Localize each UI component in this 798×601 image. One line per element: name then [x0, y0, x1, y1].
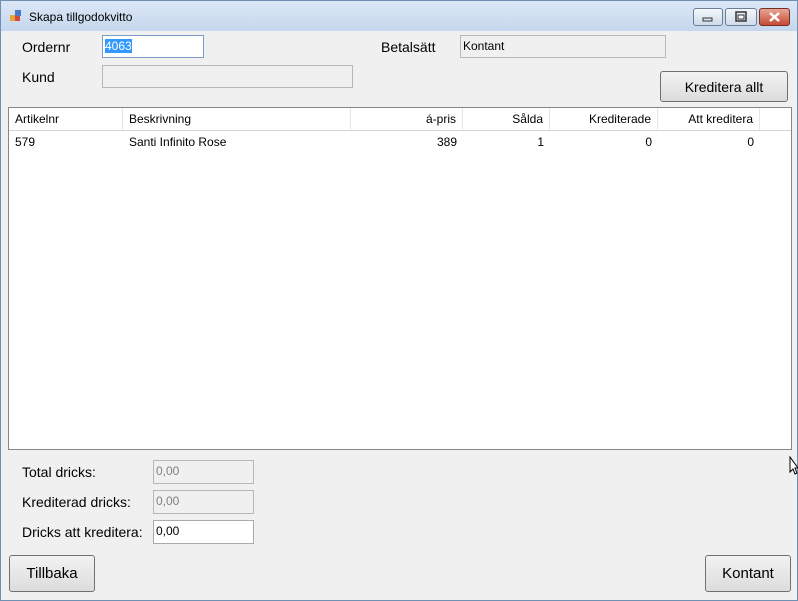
column-header-a-pris[interactable]: á-pris	[351, 108, 463, 130]
cell-salda: 1	[537, 135, 544, 149]
title-bar: Skapa tillgodokvitto	[1, 1, 797, 31]
mouse-cursor-icon	[789, 456, 798, 475]
ordernr-input[interactable]: 4063	[102, 35, 204, 58]
close-icon	[769, 12, 780, 22]
minimize-icon	[702, 17, 713, 22]
window-title: Skapa tillgodokvitto	[29, 10, 133, 24]
cell-a-pris: 389	[436, 135, 457, 149]
grid-header: Artikelnr Beskrivning á-pris Sålda Kredi…	[9, 108, 791, 131]
tillbaka-button[interactable]: Tillbaka	[9, 555, 95, 592]
column-header-artikelnr[interactable]: Artikelnr	[9, 108, 123, 130]
cell-att-kreditera[interactable]: 0	[658, 135, 760, 149]
ordernr-label: Ordernr	[22, 39, 71, 55]
krediterad-dricks-field: 0,00	[153, 490, 254, 514]
maximize-button[interactable]	[725, 8, 757, 26]
close-button[interactable]	[759, 8, 790, 26]
total-dricks-label: Total dricks:	[22, 464, 96, 480]
betalsatt-label: Betalsätt	[381, 39, 436, 55]
dricks-att-kreditera-label: Dricks att kreditera:	[22, 524, 143, 540]
article-grid[interactable]: Artikelnr Beskrivning á-pris Sålda Kredi…	[8, 107, 792, 450]
minimize-button[interactable]	[693, 8, 723, 26]
kund-input[interactable]	[102, 65, 353, 88]
cell-krediterade: 0	[645, 135, 652, 149]
app-icon	[10, 10, 22, 22]
column-header-salda[interactable]: Sålda	[463, 108, 550, 130]
dialog-window: Skapa tillgodokvitto Ordernr 4063 Kund B…	[0, 0, 798, 601]
kreditera-allt-button[interactable]: Kreditera allt	[660, 71, 788, 102]
column-header-att-kreditera[interactable]: Att kreditera	[658, 108, 760, 130]
betalsatt-field: Kontant	[460, 35, 666, 58]
dricks-att-kreditera-input[interactable]: 0,00	[153, 520, 254, 544]
maximize-icon	[735, 11, 747, 22]
kund-label: Kund	[22, 69, 55, 85]
cell-artikelnr: 579	[15, 135, 36, 149]
cell-beskrivning: Santi Infinito Rose	[129, 135, 227, 149]
column-header-krediterade[interactable]: Krediterade	[550, 108, 658, 130]
krediterad-dricks-label: Krediterad dricks:	[22, 494, 131, 510]
total-dricks-field: 0,00	[153, 460, 254, 484]
kontant-button[interactable]: Kontant	[705, 555, 791, 592]
column-header-beskrivning[interactable]: Beskrivning	[123, 108, 351, 130]
